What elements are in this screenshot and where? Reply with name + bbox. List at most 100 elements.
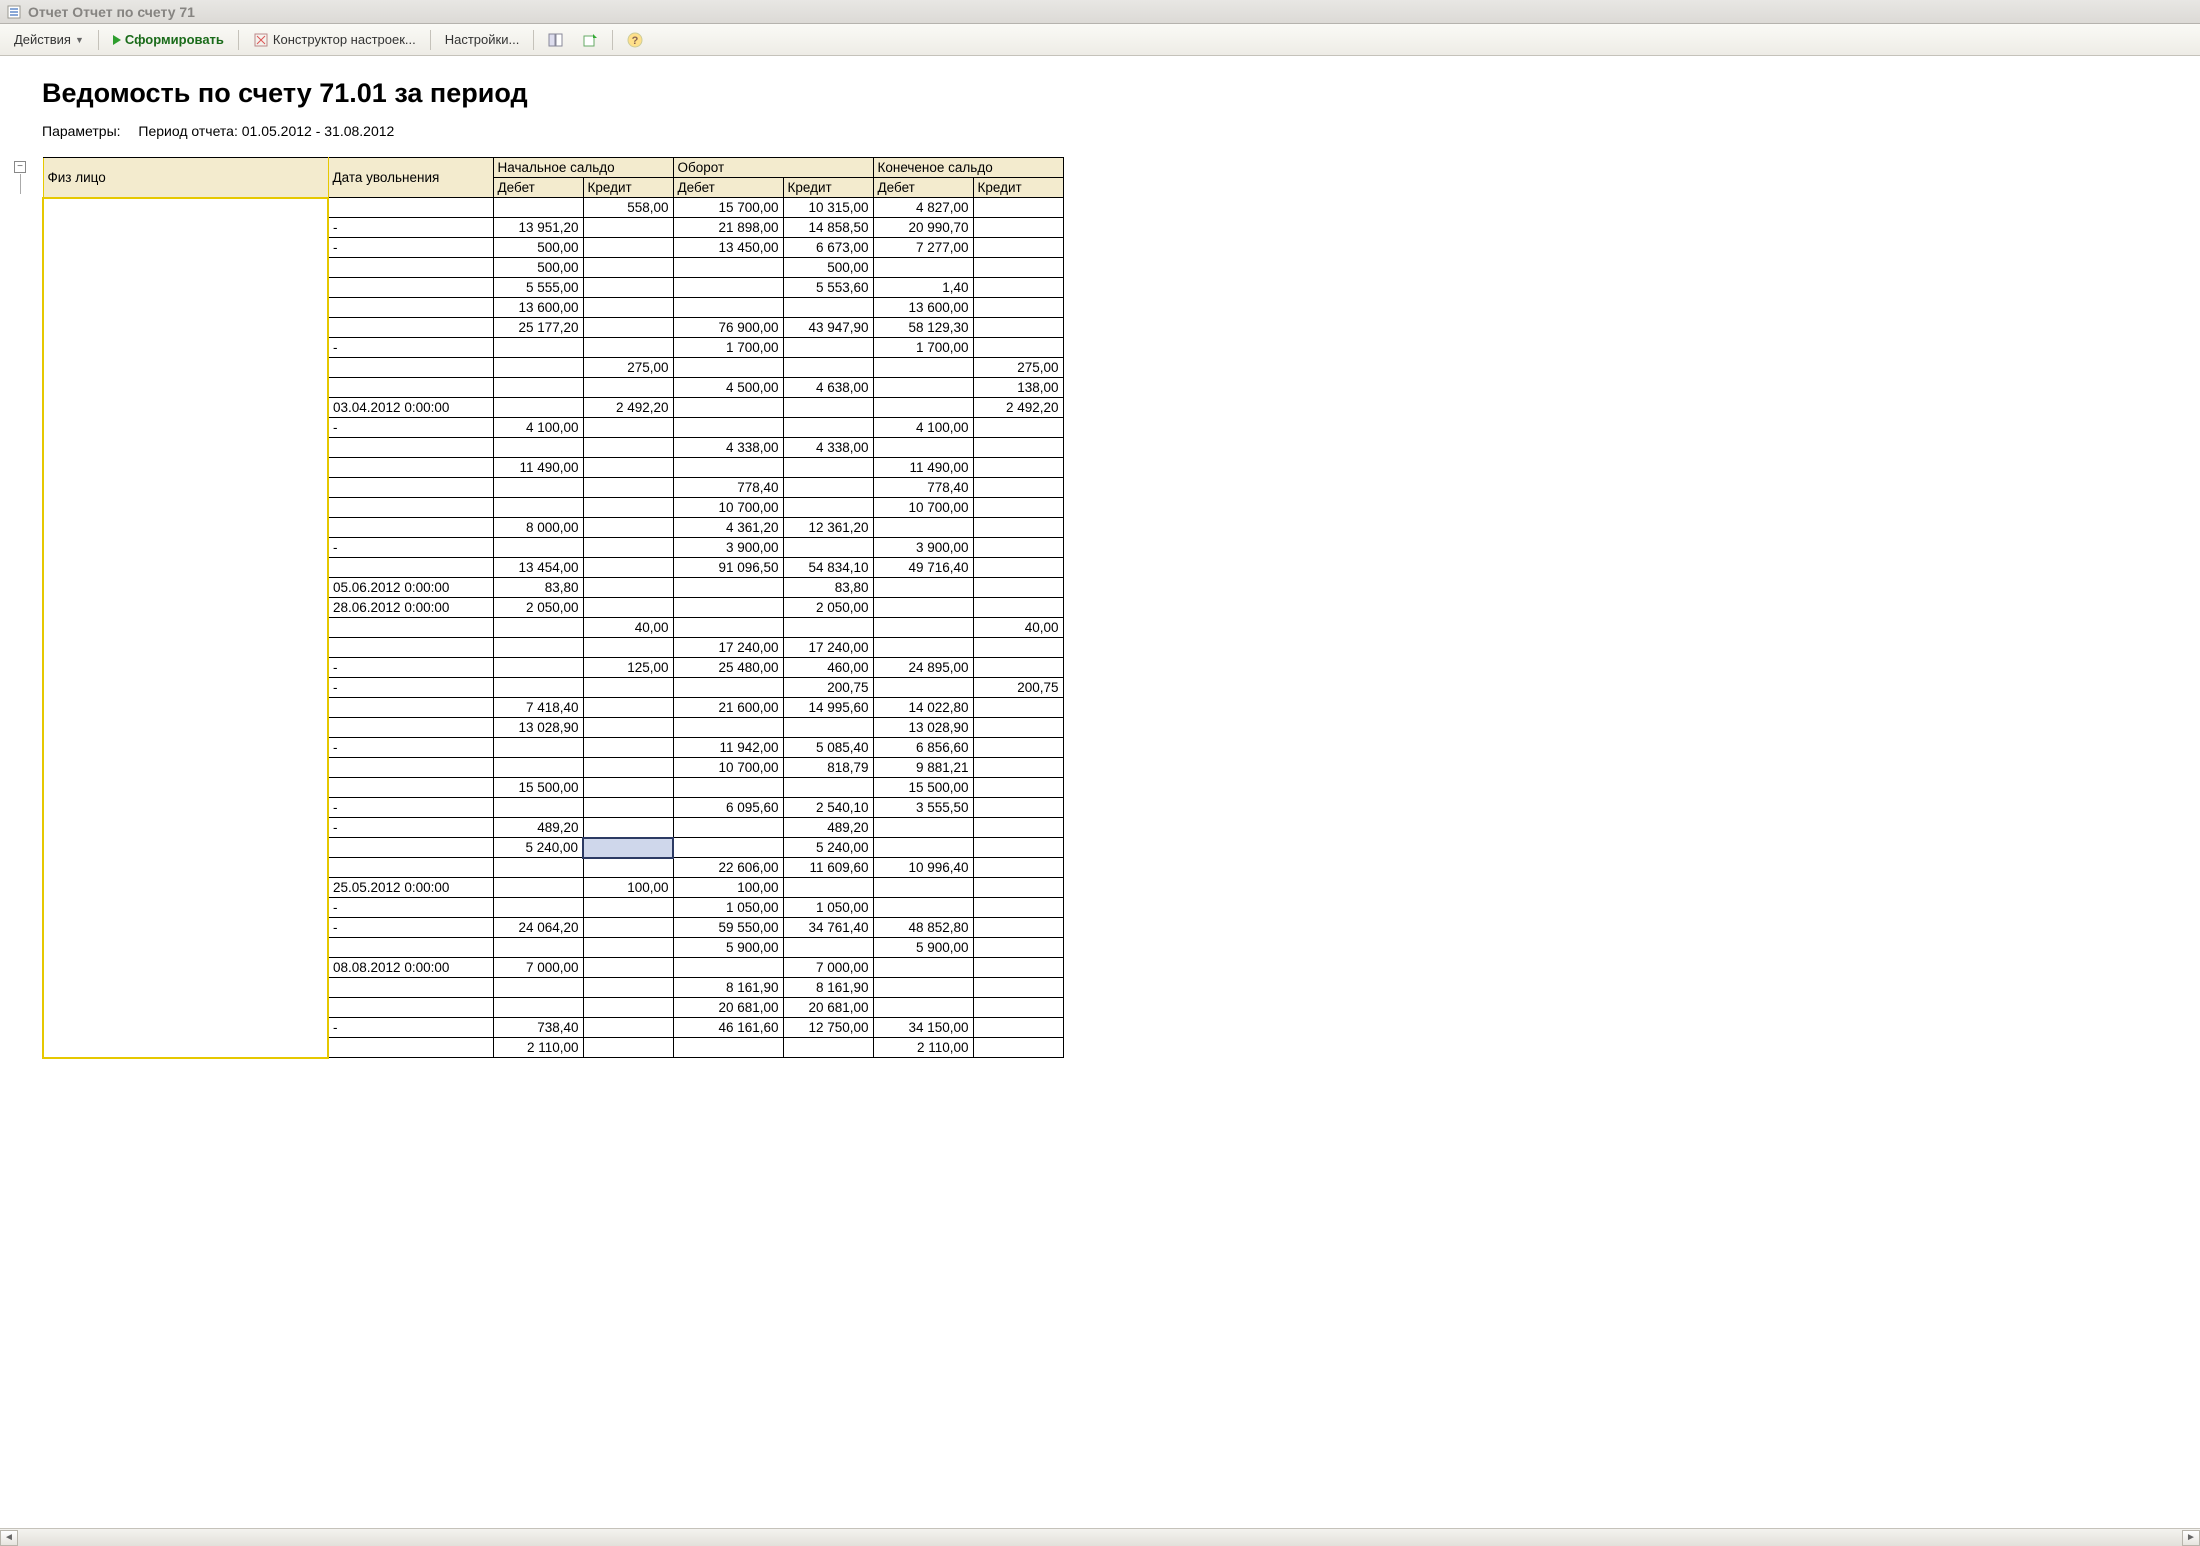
grid-cell[interactable] xyxy=(783,358,873,378)
grid-cell[interactable]: 200,75 xyxy=(783,678,873,698)
grid-cell[interactable]: 5 555,00 xyxy=(493,278,583,298)
grid-cell[interactable]: 43 947,90 xyxy=(783,318,873,338)
grid-cell[interactable]: 4 500,00 xyxy=(673,378,783,398)
grid-cell[interactable] xyxy=(973,458,1063,478)
grid-cell[interactable]: 14 022,80 xyxy=(873,698,973,718)
grid-cell[interactable]: 13 600,00 xyxy=(493,298,583,318)
grid-cell[interactable]: - xyxy=(328,798,493,818)
grid-cell[interactable]: 4 361,20 xyxy=(673,518,783,538)
grid-cell[interactable] xyxy=(673,618,783,638)
grid-cell[interactable] xyxy=(583,318,673,338)
grid-cell[interactable]: 14 858,50 xyxy=(783,218,873,238)
grid-cell[interactable]: 5 553,60 xyxy=(783,278,873,298)
grid-cell[interactable]: 40,00 xyxy=(583,618,673,638)
grid-cell[interactable]: 10 700,00 xyxy=(673,498,783,518)
grid-cell[interactable]: 4 338,00 xyxy=(783,438,873,458)
grid-cell[interactable] xyxy=(873,438,973,458)
grid-cell[interactable]: 48 852,80 xyxy=(873,918,973,938)
grid-cell[interactable] xyxy=(673,718,783,738)
grid-cell[interactable]: 11 942,00 xyxy=(673,738,783,758)
grid-cell[interactable]: 20 990,70 xyxy=(873,218,973,238)
grid-cell[interactable]: 10 996,40 xyxy=(873,858,973,878)
grid-cell[interactable] xyxy=(328,938,493,958)
grid-cell[interactable] xyxy=(973,478,1063,498)
grid-cell[interactable] xyxy=(673,578,783,598)
grid-cell[interactable] xyxy=(973,718,1063,738)
grid-cell[interactable] xyxy=(973,438,1063,458)
grid-cell[interactable] xyxy=(583,298,673,318)
grid-cell[interactable]: 13 028,90 xyxy=(493,718,583,738)
grid-cell[interactable] xyxy=(583,498,673,518)
grid-cell[interactable] xyxy=(493,478,583,498)
grid-cell[interactable]: 4 100,00 xyxy=(873,418,973,438)
grid-cell[interactable] xyxy=(783,298,873,318)
grid-cell[interactable] xyxy=(973,498,1063,518)
grid-cell[interactable] xyxy=(583,598,673,618)
grid-cell[interactable] xyxy=(973,918,1063,938)
report-grid[interactable]: Физ лицо Дата увольнения Начальное сальд… xyxy=(42,157,1064,1059)
grid-cell[interactable] xyxy=(783,878,873,898)
grid-cell[interactable] xyxy=(973,898,1063,918)
grid-cell[interactable]: 2 110,00 xyxy=(873,1038,973,1058)
grid-cell[interactable]: 13 600,00 xyxy=(873,298,973,318)
grid-cell[interactable]: 20 681,00 xyxy=(673,998,783,1018)
grid-cell[interactable]: - xyxy=(328,538,493,558)
grid-cell[interactable]: 5 900,00 xyxy=(873,938,973,958)
grid-cell[interactable]: 818,79 xyxy=(783,758,873,778)
grid-cell[interactable] xyxy=(783,458,873,478)
grid-cell[interactable]: 13 028,90 xyxy=(873,718,973,738)
grid-cell[interactable] xyxy=(583,438,673,458)
grid-cell[interactable] xyxy=(328,858,493,878)
outline-collapse-toggle[interactable]: − xyxy=(14,161,26,173)
grid-cell[interactable]: 21 600,00 xyxy=(673,698,783,718)
grid-cell[interactable]: 91 096,50 xyxy=(673,558,783,578)
grid-cell[interactable] xyxy=(973,418,1063,438)
grid-cell[interactable] xyxy=(493,978,583,998)
fiz-column-cell[interactable] xyxy=(43,198,328,1058)
panel-toggle-button[interactable] xyxy=(540,28,572,52)
grid-cell[interactable] xyxy=(973,818,1063,838)
grid-cell[interactable]: 1 700,00 xyxy=(673,338,783,358)
grid-cell[interactable] xyxy=(973,218,1063,238)
grid-cell[interactable] xyxy=(583,998,673,1018)
grid-cell[interactable] xyxy=(973,518,1063,538)
grid-cell[interactable]: 100,00 xyxy=(583,878,673,898)
grid-cell[interactable] xyxy=(973,738,1063,758)
grid-cell[interactable]: 2 492,20 xyxy=(583,398,673,418)
grid-cell[interactable] xyxy=(493,878,583,898)
grid-cell[interactable] xyxy=(673,358,783,378)
grid-cell[interactable]: 40,00 xyxy=(973,618,1063,638)
grid-cell[interactable]: 489,20 xyxy=(783,818,873,838)
grid-cell[interactable]: 34 761,40 xyxy=(783,918,873,938)
grid-cell[interactable] xyxy=(973,558,1063,578)
grid-cell[interactable] xyxy=(583,1038,673,1058)
grid-cell[interactable]: - xyxy=(328,338,493,358)
grid-cell[interactable] xyxy=(328,298,493,318)
grid-cell[interactable] xyxy=(973,578,1063,598)
grid-cell[interactable] xyxy=(493,638,583,658)
grid-cell[interactable]: 9 881,21 xyxy=(873,758,973,778)
grid-cell[interactable] xyxy=(873,258,973,278)
grid-cell[interactable]: 13 450,00 xyxy=(673,238,783,258)
grid-cell[interactable] xyxy=(873,358,973,378)
grid-cell[interactable]: 24 895,00 xyxy=(873,658,973,678)
grid-cell[interactable]: 6 095,60 xyxy=(673,798,783,818)
grid-cell[interactable]: 25 480,00 xyxy=(673,658,783,678)
grid-cell[interactable]: 15 500,00 xyxy=(493,778,583,798)
grid-cell[interactable] xyxy=(583,518,673,538)
grid-cell[interactable] xyxy=(973,938,1063,958)
grid-cell[interactable] xyxy=(583,858,673,878)
grid-cell[interactable] xyxy=(493,758,583,778)
grid-cell[interactable] xyxy=(583,798,673,818)
grid-cell[interactable]: 2 540,10 xyxy=(783,798,873,818)
grid-cell[interactable]: 1 700,00 xyxy=(873,338,973,358)
grid-cell[interactable] xyxy=(493,358,583,378)
form-report-button[interactable]: Сформировать xyxy=(105,28,232,51)
grid-cell[interactable] xyxy=(873,978,973,998)
grid-cell[interactable] xyxy=(328,518,493,538)
grid-cell[interactable]: 14 995,60 xyxy=(783,698,873,718)
grid-cell[interactable]: 100,00 xyxy=(673,878,783,898)
grid-cell[interactable] xyxy=(873,378,973,398)
grid-cell[interactable] xyxy=(328,198,493,218)
grid-cell[interactable] xyxy=(873,618,973,638)
